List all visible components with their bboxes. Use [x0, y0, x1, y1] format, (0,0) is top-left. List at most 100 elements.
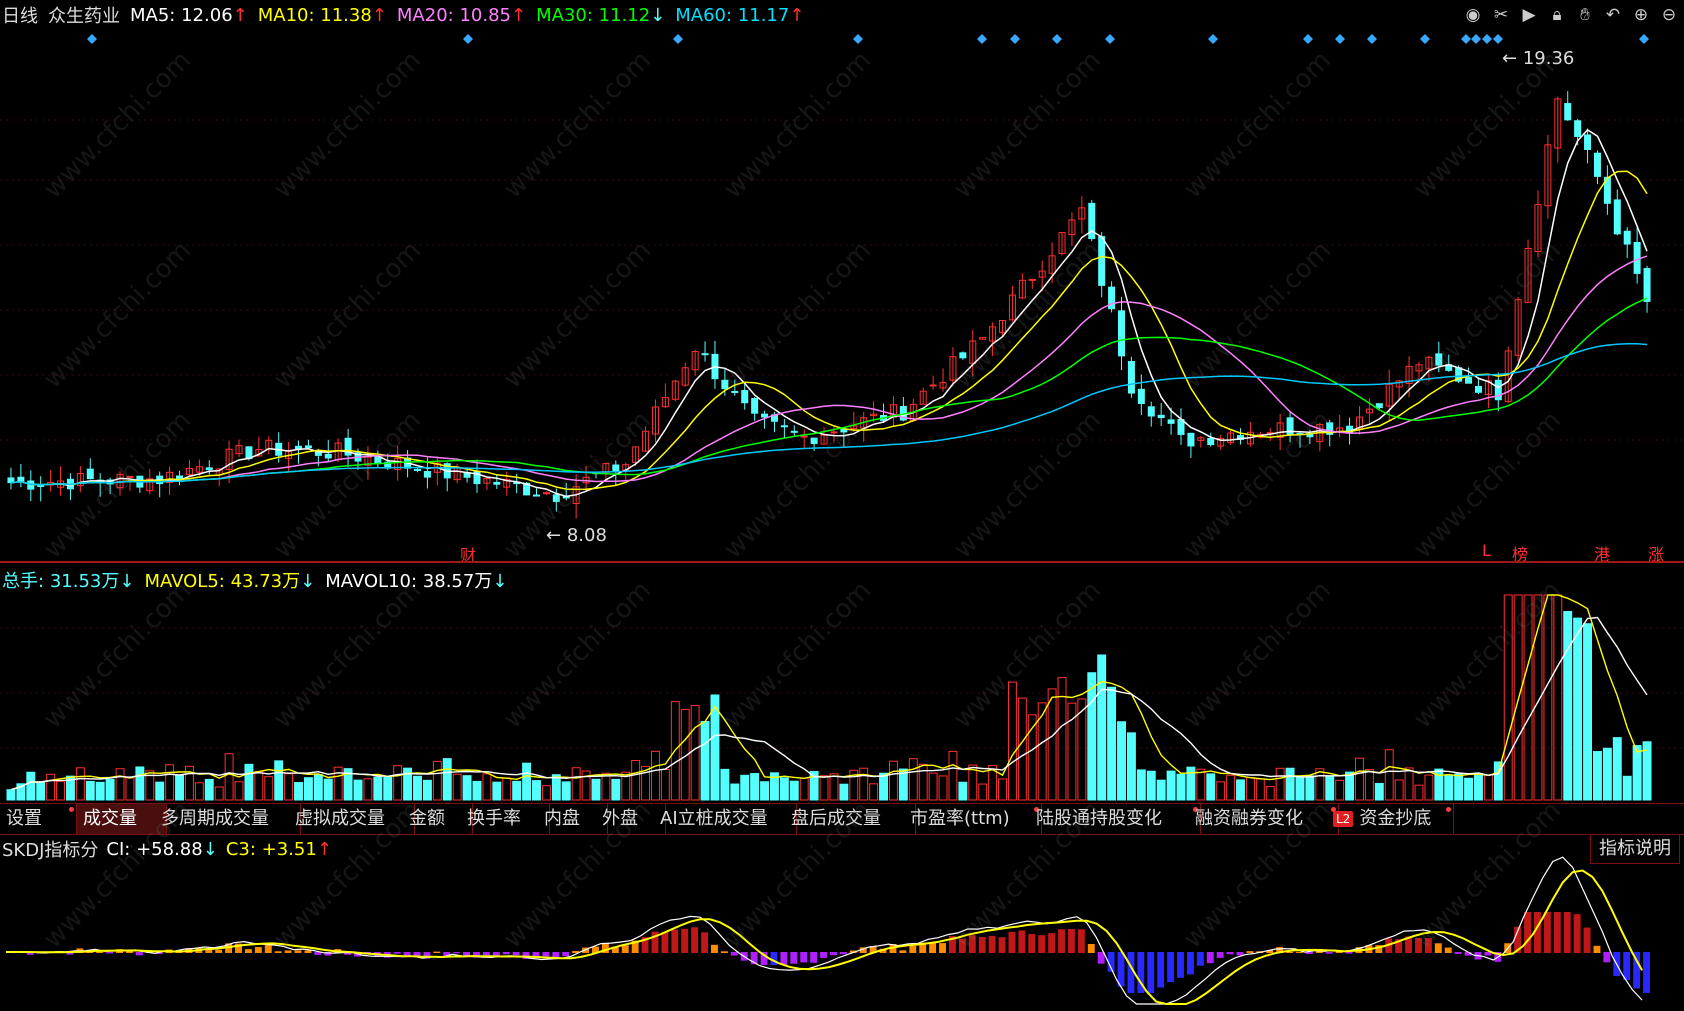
volume-bar — [422, 779, 432, 801]
candle-body — [414, 469, 421, 472]
candle-body — [929, 384, 937, 387]
volume-bar — [1503, 594, 1513, 801]
candle-body — [324, 453, 332, 459]
tab-virtual-volume[interactable]: 虚拟成交量 — [289, 804, 415, 834]
l-marker[interactable]: L — [1482, 541, 1491, 560]
volume-bar — [948, 750, 958, 801]
volume-bar — [1483, 774, 1493, 801]
candle-body — [86, 468, 94, 480]
candle-body — [790, 430, 798, 433]
indicator-name[interactable]: SKDJ指标分 — [2, 836, 98, 862]
volume-bar — [1523, 594, 1533, 801]
candle-body — [731, 390, 739, 393]
skdj-bar — [284, 950, 292, 953]
tab-bottom-fishing[interactable]: L2 资金抄底 — [1327, 804, 1454, 834]
undo-icon[interactable]: ↶ — [1602, 4, 1624, 26]
volume-bar — [85, 780, 95, 801]
volume-bar — [1364, 769, 1374, 801]
candle-body — [1435, 353, 1443, 366]
volume-bar — [234, 781, 244, 801]
skdj-bar — [909, 945, 917, 953]
candle-body — [176, 475, 184, 480]
event-diamond — [1303, 34, 1313, 44]
skdj-bar — [1177, 952, 1184, 978]
eye-icon[interactable]: ◉ — [1462, 4, 1484, 26]
price-chart[interactable] — [0, 0, 1684, 563]
skdj-bar — [205, 949, 213, 953]
volume-bar — [1335, 779, 1345, 801]
volume-bar — [1355, 757, 1364, 801]
zoom-in-icon[interactable]: ⊕ — [1630, 4, 1652, 26]
tab-margin-trading[interactable]: 融资融券变化 — [1189, 804, 1339, 834]
volume-bar — [839, 783, 849, 801]
tab-volume[interactable]: 成交量 — [77, 804, 167, 834]
volume-bar — [918, 763, 928, 801]
skdj-bar — [780, 952, 788, 965]
volume-bar — [1315, 768, 1325, 801]
volume-bar — [482, 773, 492, 801]
event-diamond — [1461, 34, 1471, 44]
volume-bar — [651, 750, 660, 801]
skdj-bar — [1206, 952, 1214, 964]
replay-icon[interactable]: ▶ — [1518, 4, 1540, 26]
indicator-explain-button[interactable]: 指标说明 — [1590, 834, 1680, 864]
candle-body — [721, 379, 729, 390]
volume-bar — [432, 760, 442, 801]
volume-bar — [730, 783, 740, 801]
volume-bar — [1255, 778, 1265, 801]
candle-body — [1633, 242, 1641, 274]
volume-panel[interactable]: 总手: 31.53万↓ MAVOL5: 43.73万↓ MAVOL10: 38.… — [0, 563, 1684, 803]
skdj-bar — [1563, 912, 1571, 953]
volume-bar — [760, 781, 770, 801]
volume-header: 总手: 31.53万↓ MAVOL5: 43.73万↓ MAVOL10: 38.… — [2, 567, 507, 593]
volume-bar — [631, 760, 641, 801]
period-label[interactable]: 日线 — [2, 2, 38, 28]
tab-after-hours-volume[interactable]: 盘后成交量 — [785, 804, 916, 834]
volume-chart[interactable] — [0, 563, 1684, 803]
skdj-bar — [1454, 952, 1462, 954]
volume-bar — [1285, 767, 1295, 801]
volume-bar — [571, 767, 581, 801]
volume-bar — [819, 775, 829, 801]
volume-bar — [750, 773, 760, 801]
volume-bar — [1602, 747, 1612, 801]
mavol10-readout: MAVOL10: 38.57万↓ — [325, 571, 508, 592]
volume-bar — [720, 768, 730, 801]
skdj-bar — [1226, 952, 1234, 955]
tab-settings[interactable]: 设置 — [0, 804, 77, 834]
tab-turnover[interactable]: 换手率 — [461, 804, 550, 834]
skdj-bar — [1573, 914, 1581, 953]
lock-icon[interactable]: 🔒︎ — [1546, 4, 1568, 26]
volume-bar — [859, 767, 869, 801]
candle-body — [423, 470, 431, 478]
volume-bar — [442, 758, 452, 801]
candle-body — [780, 425, 788, 428]
skdj-bar — [1246, 951, 1254, 953]
skdj-bar — [1593, 945, 1601, 953]
tab-pe-ttm[interactable]: 市盈率(ttm) — [904, 804, 1042, 834]
skdj-bar — [1553, 912, 1561, 953]
indicator-panel[interactable]: SKDJ指标分 CI: +58.88↓ C3: +3.51↑ — [0, 834, 1684, 1011]
volume-bar — [1047, 688, 1057, 801]
tab-ai-volume[interactable]: AI立桩成交量 — [654, 804, 797, 834]
candle-body — [1187, 432, 1195, 447]
volume-bar — [978, 783, 988, 801]
skdj-bar — [294, 950, 302, 953]
tab-hk-connect-holdings[interactable]: 陆股通持股变化 — [1030, 804, 1201, 834]
hand-icon[interactable]: ✋︎ — [1574, 4, 1596, 26]
volume-bar — [155, 781, 165, 801]
volume-bar — [175, 774, 184, 801]
skdj-bar — [671, 929, 679, 953]
skdj-bar — [1067, 928, 1075, 953]
volume-bar — [46, 773, 56, 801]
price-chart-panel[interactable]: 日线 众生药业 MA5: 12.06↑ MA10: 11.38↑ MA20: 1… — [0, 0, 1684, 565]
mavol5-line — [10, 594, 1648, 791]
skdj-bar — [1236, 952, 1244, 956]
tab-multi-period-volume[interactable]: 多周期成交量 — [155, 804, 301, 834]
volume-bar — [214, 786, 224, 801]
skdj-bar — [1038, 935, 1046, 953]
scissors-icon[interactable]: ✂ — [1490, 4, 1512, 26]
volume-bar — [879, 772, 888, 801]
volume-bar — [1166, 770, 1176, 801]
zoom-out-icon[interactable]: ⊖ — [1658, 4, 1680, 26]
